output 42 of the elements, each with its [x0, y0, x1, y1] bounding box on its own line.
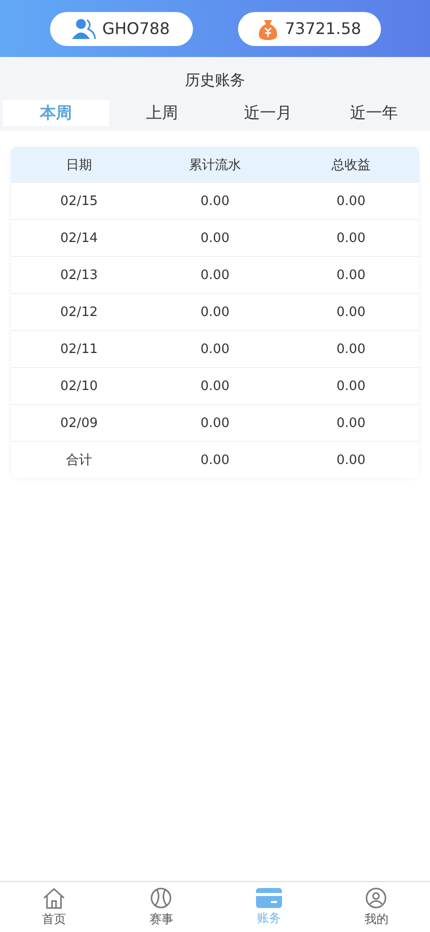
table-cell-text: 0.00 [336, 268, 366, 282]
user-icon [72, 18, 96, 40]
column-header: 总收益 [330, 156, 372, 174]
page-title: 历史账务 [185, 71, 245, 90]
table-cell-text: 0.00 [336, 378, 366, 394]
table-cell-text: 02/12 [59, 304, 99, 320]
period-tab[interactable]: 上周 [109, 100, 215, 126]
column-header: 累计流水 [188, 156, 242, 174]
table-cell-text: 0.00 [200, 194, 230, 208]
table-cell-text: 02/09 [59, 416, 99, 430]
table-cell-text: 0.00 [200, 304, 230, 320]
user-icon [365, 886, 388, 908]
table-cell-text: 0.00 [336, 452, 366, 468]
table-cell-text: 0.00 [200, 342, 230, 356]
table-cell-text: 02/13 [59, 268, 99, 282]
balance-badge: 73721.58 [238, 12, 380, 46]
home-icon [42, 886, 66, 908]
table-cell-text: 02/14 [59, 230, 99, 246]
username-badge: GHO788 [50, 12, 192, 46]
card-icon [256, 888, 282, 908]
period-tab[interactable]: 近一月 [215, 100, 321, 126]
table-cell-text: 0.00 [200, 416, 230, 430]
table-cell-text: 0.00 [336, 230, 366, 246]
table-cell-text: 0.00 [336, 342, 366, 356]
table-cell-text: 0.00 [200, 268, 230, 282]
column-header: 日期 [65, 156, 93, 174]
table-cell-text: 0.00 [336, 194, 366, 208]
money-bag-icon [256, 18, 279, 40]
table-cell-text: 02/10 [59, 378, 99, 394]
table-cell-text: 02/15 [59, 194, 99, 208]
table-cell-text: 合计 [65, 452, 93, 469]
nav-item[interactable]: 我的 [322, 882, 430, 932]
table-cell-text: 0.00 [336, 416, 366, 430]
table-cell-text: 0.00 [200, 230, 230, 246]
period-tab[interactable]: 近一年 [321, 100, 427, 126]
table-cell-text: 0.00 [336, 304, 366, 320]
table-cell-text: 02/11 [59, 342, 99, 356]
ball-icon [150, 886, 172, 908]
nav-item[interactable]: 赛事 [108, 882, 215, 932]
table-cell-text: 0.00 [200, 452, 230, 468]
table-cell-text: 0.00 [200, 378, 230, 394]
nav-item[interactable]: 首页 [0, 882, 108, 932]
